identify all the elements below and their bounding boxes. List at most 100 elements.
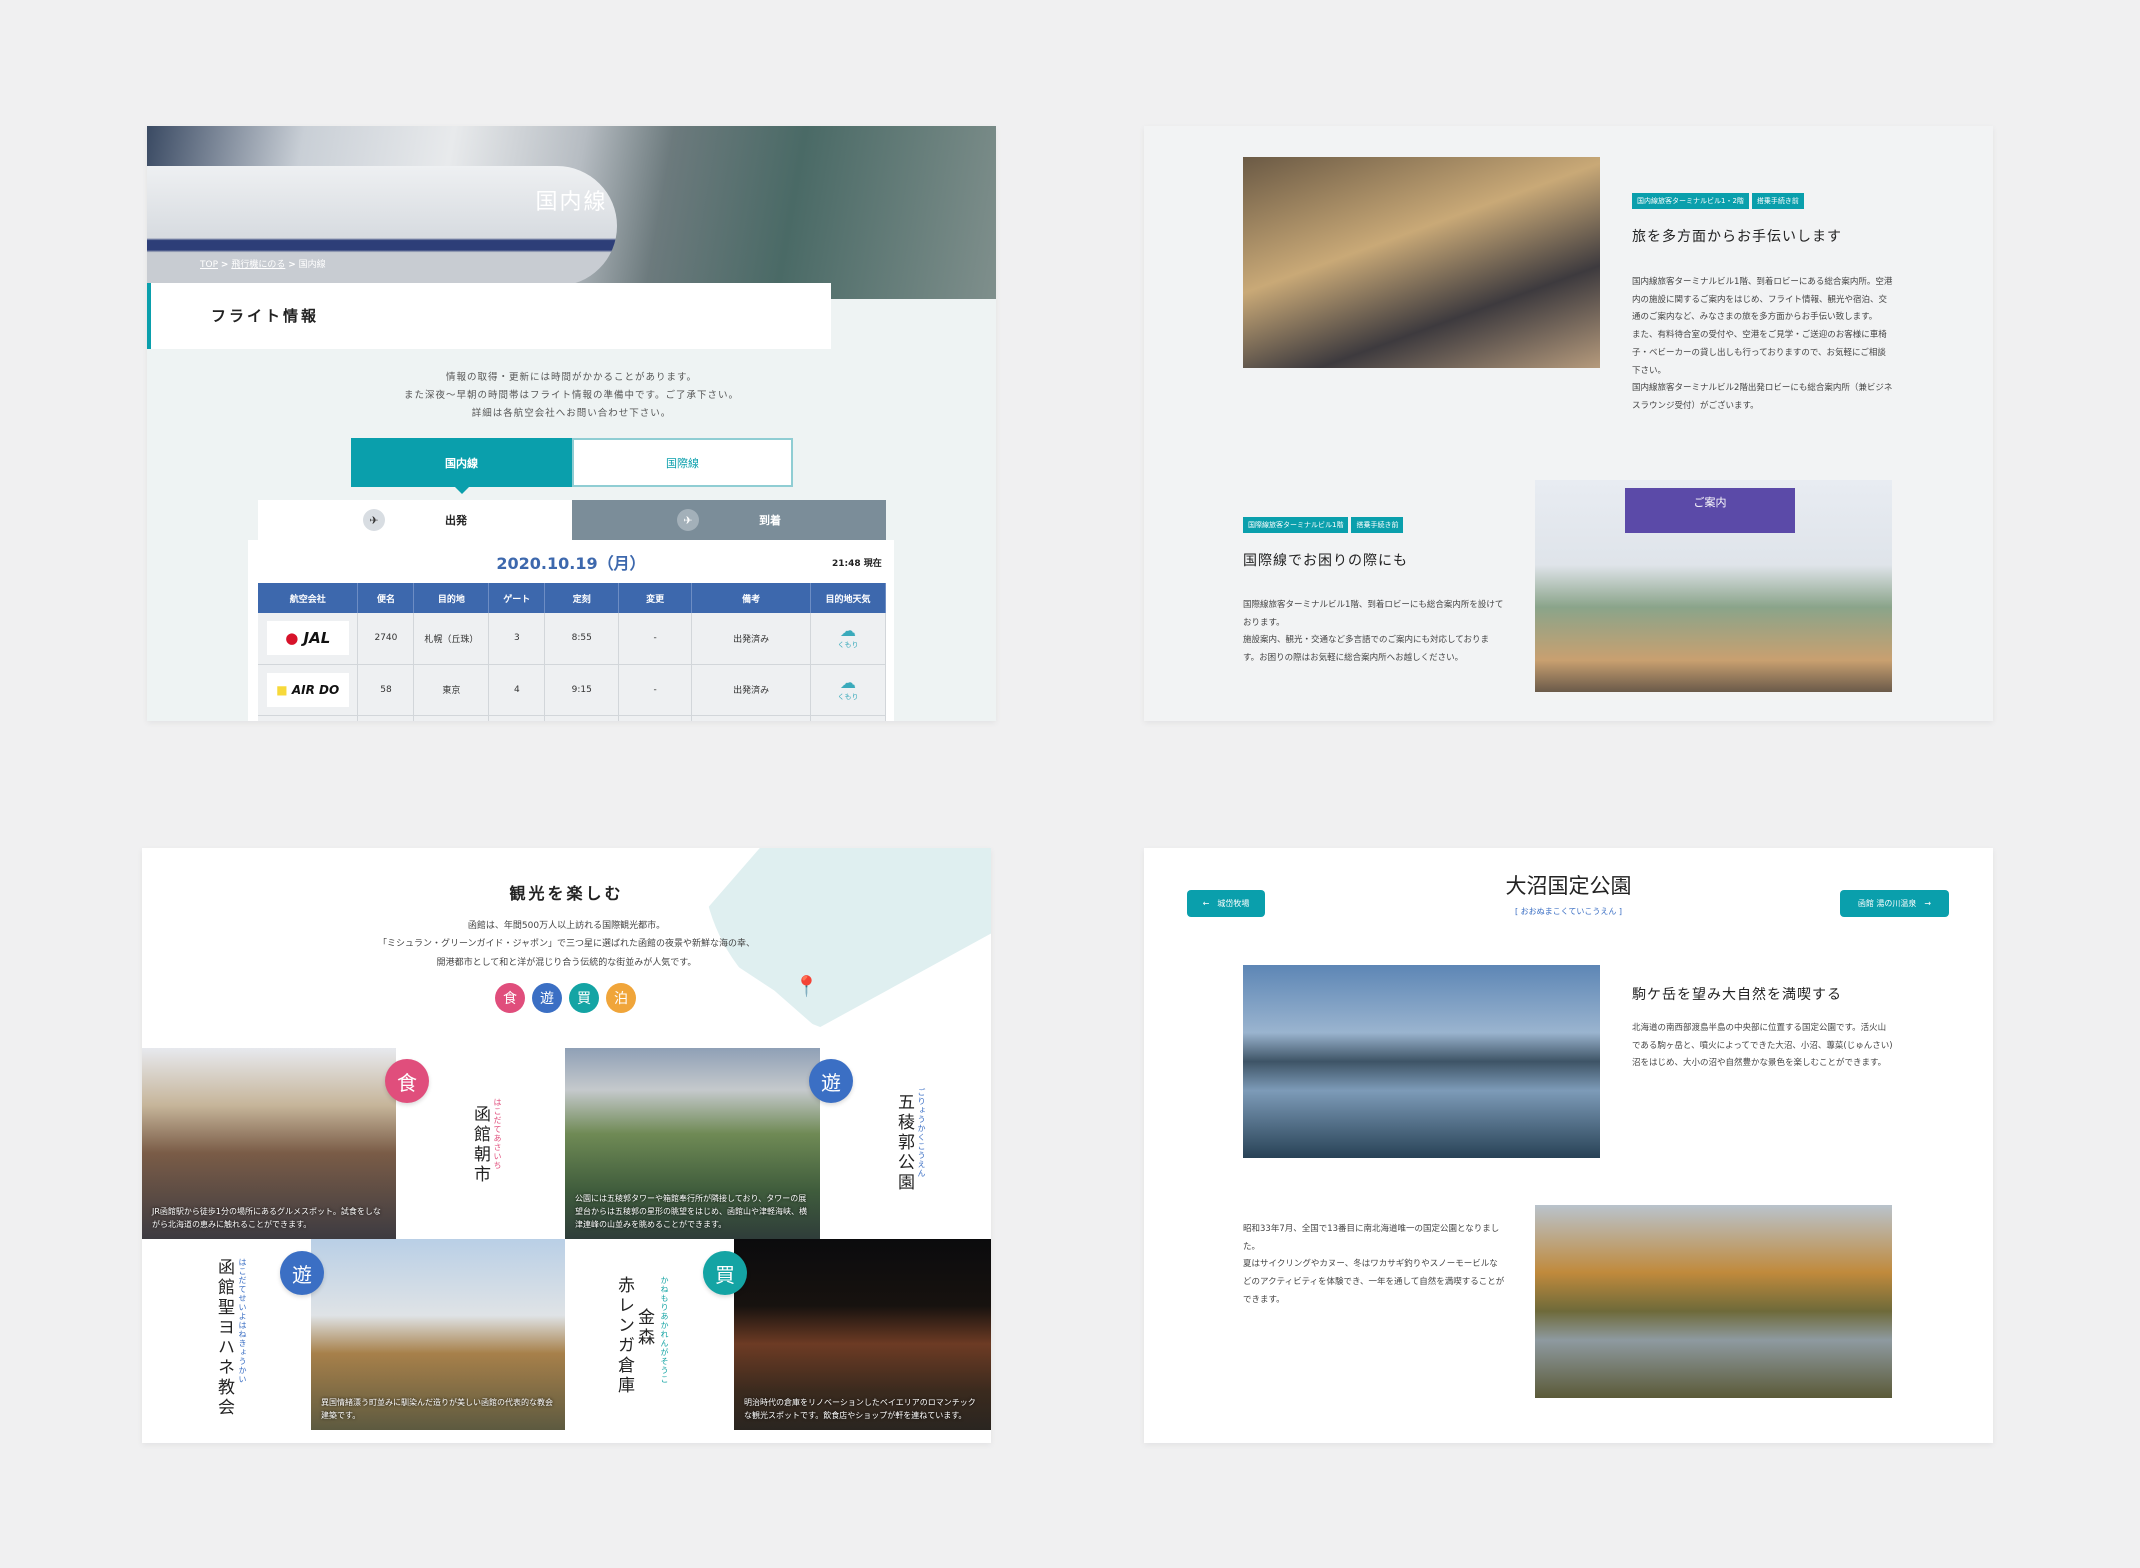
destination: 札幌（丘珠）	[413, 613, 490, 665]
spot-name: 函館朝市	[470, 1105, 490, 1185]
park-title: 大沼国定公園	[1505, 874, 1632, 898]
spot-ruby: ごりょうかくこうえん	[917, 1088, 926, 1178]
park-text: 昭和33年7月、全国で13番目に南北海道唯一の国定公園となりました。 夏はサイク…	[1243, 1224, 1505, 1305]
spot-name: 函館聖ヨハネ教会	[214, 1258, 234, 1418]
tab-domestic[interactable]: 国内線	[351, 438, 572, 494]
departure-icon: ✈	[363, 509, 385, 531]
information-desk-panel: 国内線旅客ターミナルビル1・2階 搭乗手続き前 旅を多方面からお手伝いします 国内…	[1144, 126, 1993, 721]
map-pin-icon: 📍	[794, 974, 819, 998]
breadcrumb-current: 国内線	[298, 260, 326, 270]
international-info-desk-photo: ご案内	[1535, 480, 1892, 692]
park-heading: 駒ケ岳を望み大自然を満喫する	[1632, 987, 1842, 1003]
spot-photo-goryokaku[interactable]: 公園には五稜郭タワーや箱館奉行所が隣接しており、タワーの展望台からは五稜郭の星形…	[565, 1048, 820, 1239]
breadcrumb-top[interactable]: TOP	[200, 260, 218, 270]
intro-line: 函館は、年間500万人以上訪れる国際観光都市。	[467, 921, 666, 931]
park-lake-photo	[1243, 965, 1600, 1158]
subtab-label: 到着	[759, 514, 781, 527]
spot-ruby: はこだてせいよはねきょうかい	[238, 1258, 247, 1384]
flight-number: 58	[357, 664, 415, 716]
intro-line: 「ミシュラン・グリーンガイド・ジャポン」で三つ星に選ばれた函館の夜景や新鮮な海の…	[377, 939, 756, 949]
spot-ruby: はこだてあさいち	[493, 1098, 502, 1170]
col-weather: 目的地天気	[810, 583, 886, 613]
updated-time: 21:48 現在	[832, 559, 882, 569]
spot-photo-red-brick[interactable]: 明治時代の倉庫をリノベーションしたベイエリアのロマンチックな観光スポットです。飲…	[734, 1239, 991, 1430]
section-text: 国内線旅客ターミナルビル1階、到着ロビーにある総合案内所。空港内の施設に関するご…	[1632, 277, 1893, 411]
changed-time: -	[618, 664, 693, 716]
col-gate: ゲート	[488, 583, 546, 613]
col-change: 変更	[618, 583, 693, 613]
notice-line: 情報の取得・更新には時間がかかることがあります。	[445, 372, 698, 383]
tag-list: 国内線旅客ターミナルビル1・2階 搭乗手続き前	[1632, 188, 1807, 209]
weather: ☁ くもり	[810, 613, 886, 665]
destination: 東京	[413, 664, 490, 716]
spot-name-a: 金森	[634, 1308, 654, 1348]
spot-ruby: かねもりあかれんがそうこ	[660, 1276, 669, 1384]
notice-line: また深夜～早朝の時間帯はフライト情報の準備中です。ご了承下さい。	[403, 390, 740, 401]
airline-logo: ● JAL	[266, 621, 349, 656]
airline-logo: ■ AIR DO	[266, 672, 349, 707]
spot-badge: 遊	[809, 1059, 853, 1103]
table-row: ● JAL 2740 札幌（丘珠） 3 8:55 - 出発済み ☁ くもり	[258, 613, 886, 665]
col-flight: 便名	[357, 583, 415, 613]
park-ruby: [ おおぬまこくていこうえん ]	[1514, 907, 1623, 916]
scheduled-time: 9:15	[544, 664, 620, 716]
section-text: 国際線旅客ターミナルビル1階、到着ロビーにも総合案内所を設けております。 施設案…	[1243, 600, 1504, 664]
category-stay[interactable]: 泊	[606, 983, 636, 1013]
flight-table: 航空会社 便名 目的地 ゲート 定刻 変更 備考 目的地天気 ● JAL 274…	[258, 583, 886, 721]
flight-number: 2740	[357, 613, 415, 665]
info-sign: ご案内	[1625, 488, 1795, 533]
tourism-title: 観光を楽しむ	[509, 884, 624, 903]
tourism-panel: 📍 観光を楽しむ 函館は、年間500万人以上訪れる国際観光都市。 「ミシュラン・…	[142, 848, 991, 1443]
section-title: フライト情報	[211, 307, 320, 325]
tag: 搭乗手続き前	[1351, 517, 1404, 533]
subtab-arrival[interactable]: ✈ 到着	[572, 500, 886, 540]
scheduled-time: 8:55	[544, 613, 620, 665]
section-heading: 国際線でお困りの際にも	[1243, 553, 1408, 569]
remarks: 出発済み	[691, 664, 811, 716]
spot-caption: 異国情緒漂う町並みに馴染んだ造りが美しい函館の代表的な教会建築です。	[321, 1398, 553, 1420]
spot-caption: 明治時代の倉庫をリノベーションしたベイエリアのロマンチックな観光スポットです。飲…	[744, 1398, 976, 1420]
changed-time: -	[618, 613, 693, 665]
spot-badge: 遊	[280, 1251, 324, 1295]
section-header: フライト情報	[147, 283, 831, 349]
flight-info-panel: 国内線 TOP > 飛行機にのる > 国内線 フライト情報 情報の取得・更新には…	[147, 126, 996, 721]
remarks: 出発済み	[691, 613, 811, 665]
section-heading: 旅を多方面からお手伝いします	[1632, 229, 1842, 245]
flight-date: 2020.10.19（月）	[496, 554, 646, 573]
subtab-departure[interactable]: ✈ 出発	[258, 500, 572, 540]
breadcrumb: TOP > 飛行機にのる > 国内線	[200, 257, 326, 270]
park-bridge-photo	[1535, 1205, 1892, 1398]
tag: 国内線旅客ターミナルビル1・2階	[1632, 193, 1749, 209]
spot-caption: JR函館駅から徒歩1分の場所にあるグルメスポット。試食をしながら北海道の恵みに触…	[152, 1207, 381, 1229]
spot-caption: 公園には五稜郭タワーや箱館奉行所が隣接しており、タワーの展望台からは五稜郭の星形…	[575, 1194, 807, 1229]
col-airline: 航空会社	[258, 583, 359, 613]
weather: ☁ くもり	[810, 664, 886, 716]
tag: 国際線旅客ターミナルビル1階	[1243, 517, 1349, 533]
col-scheduled: 定刻	[544, 583, 620, 613]
tab-international[interactable]: 国際線	[572, 438, 793, 487]
category-shop[interactable]: 買	[569, 983, 599, 1013]
category-play[interactable]: 遊	[532, 983, 562, 1013]
subtab-label: 出発	[445, 514, 467, 527]
spot-name: 五稜郭公園	[894, 1093, 914, 1193]
hero-title: 国内線	[535, 190, 608, 215]
spot-photo-church[interactable]: 異国情緒漂う町並みに馴染んだ造りが美しい函館の代表的な教会建築です。	[311, 1239, 565, 1430]
spot-badge: 食	[385, 1059, 429, 1103]
onuma-park-panel: ← 城岱牧場 函館 湯の川温泉 → 大沼国定公園 [ おおぬまこくていこうえん ] …	[1144, 848, 1993, 1443]
spot-badge: 買	[703, 1251, 747, 1295]
intro-line: 開港都市として和と洋が混じり合う伝統的な街並みが人気です。	[436, 958, 697, 968]
breadcrumb-separator: >	[220, 260, 229, 270]
tag: 搭乗手続き前	[1751, 193, 1804, 209]
notice-line: 詳細は各航空会社へお問い合わせ下さい。	[471, 408, 672, 419]
col-destination: 目的地	[413, 583, 490, 613]
gate: 3	[488, 613, 546, 665]
info-desk-photo	[1243, 157, 1600, 368]
park-text: 北海道の南西部渡島半島の中央部に位置する国定公園です。活火山である駒ヶ岳と、噴火…	[1632, 1023, 1893, 1069]
tag-list: 国際線旅客ターミナルビル1階 搭乗手続き前	[1243, 512, 1406, 533]
category-food[interactable]: 食	[495, 983, 525, 1013]
breadcrumb-board[interactable]: 飛行機にのる	[231, 260, 285, 270]
spot-photo-asaichi[interactable]: JR函館駅から徒歩1分の場所にあるグルメスポット。試食をしながら北海道の恵みに触…	[142, 1048, 396, 1239]
breadcrumb-separator: >	[288, 260, 296, 270]
cloud-icon: ☁	[840, 672, 856, 692]
table-row: ■ AIR DO 58 東京 4 9:15 - 出発済み ☁ くもり	[258, 664, 886, 716]
